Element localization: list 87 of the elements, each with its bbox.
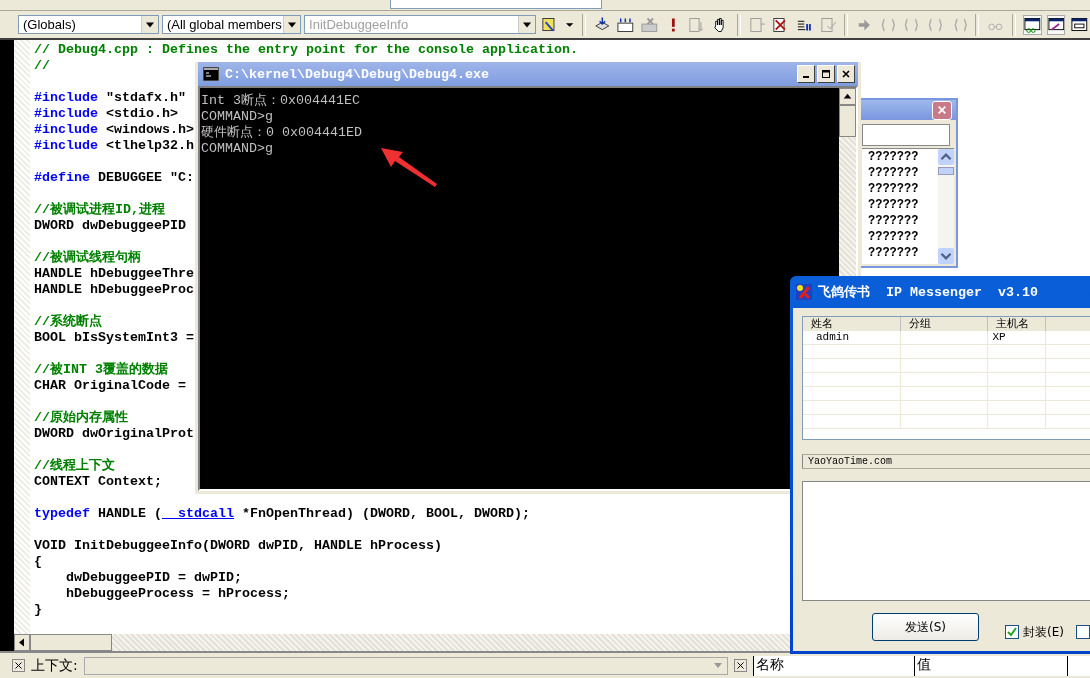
send-button[interactable]: 发送(S)	[872, 613, 979, 641]
code-line: //原始内存属性	[34, 410, 128, 426]
message-field[interactable]	[802, 481, 1090, 601]
list-item[interactable]: ???????	[868, 213, 938, 229]
code-line: #define DEBUGGEE "C:	[34, 170, 194, 186]
members-combo[interactable]: (All global members	[162, 15, 302, 34]
code-line: HANDLE hDebuggeeThre	[34, 266, 194, 282]
console-icon	[203, 67, 219, 81]
window-title: C:\kernel\Debug4\Debug\Debug4.exe	[225, 66, 490, 82]
close-icon	[937, 105, 947, 115]
watch-window-icon[interactable]	[1023, 15, 1041, 34]
status-text: YaoYaoTime.com	[808, 456, 892, 467]
list-item[interactable]: ???????	[868, 229, 938, 245]
code-line: //被调试线程句柄	[34, 250, 141, 266]
column-header[interactable]: 主机名	[988, 317, 1047, 331]
scroll-down-icon[interactable]	[938, 248, 954, 264]
code-line: // Debug4.cpp : Defines the entry point for the console application.	[34, 42, 578, 58]
vertical-scrollbar[interactable]	[938, 149, 954, 264]
close-icon[interactable]	[733, 659, 747, 672]
list-box[interactable]: ??????? ??????? ??????? ??????? ??????? ??????? ???????	[862, 148, 954, 264]
code-line: typedef HANDLE (__stdcall *FnOpenThread) (DWORD, BOOL, DWORD);	[34, 506, 530, 522]
console-line: COMMAND>g	[201, 109, 274, 125]
caret-icon	[517, 16, 535, 33]
scope-combo[interactable]: (Globals)	[18, 15, 159, 34]
code-line: //系统断点	[34, 314, 102, 330]
column-header[interactable]: 姓名	[803, 317, 901, 331]
code-line: #include <windows.h>	[34, 122, 194, 138]
console-line: Int 3断点：0x004441EC	[201, 93, 361, 109]
code-line: CHAR OriginalCode =	[34, 378, 186, 394]
maximize-button[interactable]	[817, 65, 835, 83]
user-row[interactable]: admin XP	[803, 331, 1090, 345]
window-icon[interactable]	[1071, 15, 1088, 34]
close-icon[interactable]	[12, 659, 25, 672]
code-line: #include <tlhelp32.h	[34, 138, 194, 154]
code-line: hDebuggeeProcess = hProcess;	[65, 586, 290, 602]
code-line: DWORD dwOriginalProt	[34, 426, 194, 442]
user-table[interactable]: 姓名 分组 主机名 admin XP	[802, 316, 1090, 440]
code-line: //被调试进程ID,进程	[34, 202, 165, 218]
console-line: COMMAND>g	[201, 141, 274, 157]
wizard-icon[interactable]	[540, 15, 558, 34]
list-item[interactable]: ???????	[868, 245, 938, 261]
caret-icon	[713, 663, 722, 668]
horizontal-scrollbar[interactable]	[14, 634, 790, 651]
list-item[interactable]: ???????	[868, 165, 938, 181]
checkbox[interactable]	[1005, 625, 1019, 639]
caret-icon	[141, 16, 158, 33]
code-line: //	[34, 58, 50, 74]
list-item[interactable]: ???????	[868, 197, 938, 213]
code-line: dwDebuggeePID = dwPID;	[65, 570, 242, 586]
code-line: {	[34, 554, 42, 570]
code-line: HANDLE hDebuggeeProc	[34, 282, 194, 298]
checkbox-label[interactable]: 封装(E)	[1023, 623, 1064, 641]
scroll-up-icon[interactable]	[839, 88, 856, 105]
code-line: }	[34, 602, 42, 618]
minimize-icon	[803, 76, 809, 78]
minimize-button[interactable]	[797, 65, 815, 83]
code-line: #include <stdio.h>	[34, 106, 178, 122]
code-line: VOID InitDebuggeeInfo(DWORD dwPID, HANDLE hProcess)	[34, 538, 442, 554]
console-line: 硬件断点：0 0x004441ED	[201, 125, 363, 141]
column-header[interactable]: 值	[914, 655, 1068, 676]
code-line: BOOL bIsSystemInt3 =	[34, 330, 194, 346]
caret-icon	[283, 16, 301, 33]
code-line: #include "stdafx.h"	[34, 90, 186, 106]
close-icon	[841, 69, 851, 79]
code-line: CONTEXT Context;	[34, 474, 162, 490]
scroll-thumb[interactable]	[839, 105, 856, 137]
scroll-left-icon[interactable]	[14, 634, 30, 651]
list-item[interactable]: ???????	[868, 181, 938, 197]
window-title: 飞鸽传书 IP Messenger v3.10	[818, 284, 1038, 301]
code-line: DWORD dwDebuggeePID	[34, 218, 186, 234]
app-icon	[796, 284, 812, 300]
scroll-thumb[interactable]	[30, 634, 112, 651]
column-header[interactable]: 分组	[900, 317, 989, 331]
code-line: //被INT 3覆盖的数据	[34, 362, 168, 378]
list-item[interactable]: ???????	[868, 149, 938, 165]
toolbar-field[interactable]	[390, 0, 602, 9]
table-cell: XP	[988, 331, 1047, 344]
checkbox[interactable]	[1075, 625, 1090, 639]
column-header[interactable]: 名称	[753, 655, 915, 676]
variables-window-icon[interactable]	[1047, 15, 1065, 34]
context-label: 上下文:	[31, 656, 78, 675]
maximize-icon	[821, 69, 831, 79]
close-button[interactable]	[837, 65, 855, 83]
text-field[interactable]	[862, 124, 950, 146]
table-cell: admin	[803, 331, 901, 344]
code-line: //线程上下文	[34, 458, 115, 474]
scroll-thumb[interactable]	[938, 167, 954, 175]
